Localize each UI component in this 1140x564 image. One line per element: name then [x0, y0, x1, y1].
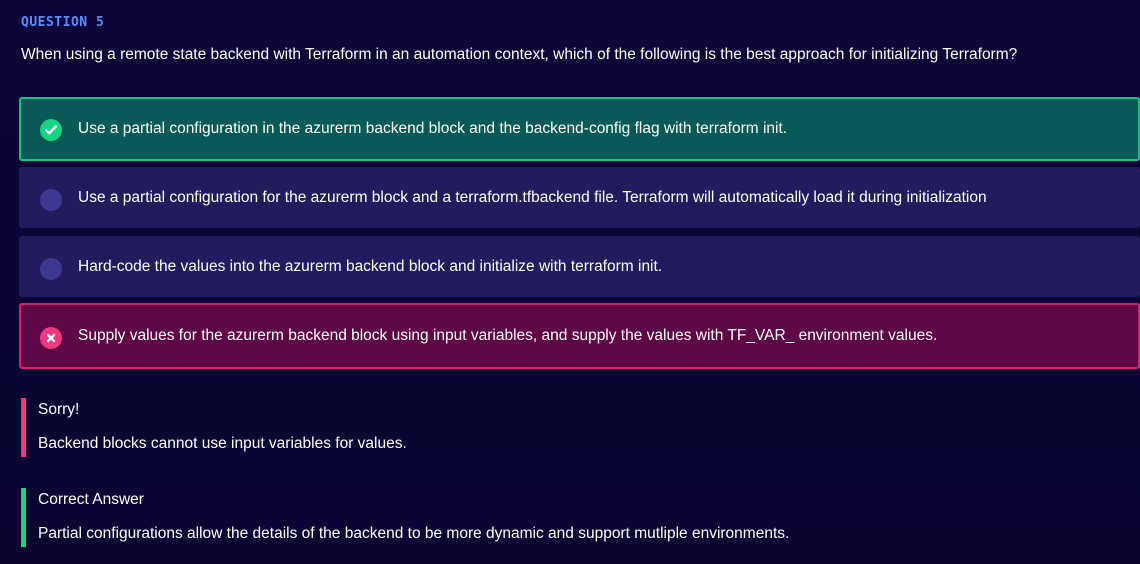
feedback-accent-bar — [21, 488, 26, 547]
feedback-title: Sorry! — [38, 401, 80, 418]
answer-option-label: Use a partial configuration for the azur… — [78, 189, 987, 206]
answer-option-3[interactable]: Hard-code the values into the azurerm ba… — [19, 236, 1140, 297]
answer-option-4[interactable]: Supply values for the azurerm backend bl… — [19, 303, 1140, 369]
radio-empty-icon — [40, 189, 62, 211]
check-circle-icon — [40, 119, 62, 141]
feedback-explanation: Backend blocks cannot use input variable… — [38, 435, 407, 452]
answer-option-label: Hard-code the values into the azurerm ba… — [78, 258, 663, 275]
question-number-label: QUESTION 5 — [21, 15, 105, 30]
feedback-incorrect: Sorry! Backend blocks cannot use input v… — [21, 398, 1021, 457]
feedback-title: Correct Answer — [38, 491, 144, 508]
answer-option-label: Use a partial configuration in the azure… — [78, 120, 788, 137]
x-circle-icon — [40, 327, 62, 349]
feedback-accent-bar — [21, 398, 26, 457]
radio-empty-icon — [40, 258, 62, 280]
feedback-correct-answer: Correct Answer Partial configurations al… — [21, 488, 1021, 547]
answer-option-1[interactable]: Use a partial configuration in the azure… — [19, 97, 1140, 161]
question-text: When using a remote state backend with T… — [21, 46, 1018, 63]
answer-option-2[interactable]: Use a partial configuration for the azur… — [19, 167, 1140, 228]
answer-option-label: Supply values for the azurerm backend bl… — [78, 327, 938, 344]
feedback-explanation: Partial configurations allow the details… — [38, 525, 790, 542]
